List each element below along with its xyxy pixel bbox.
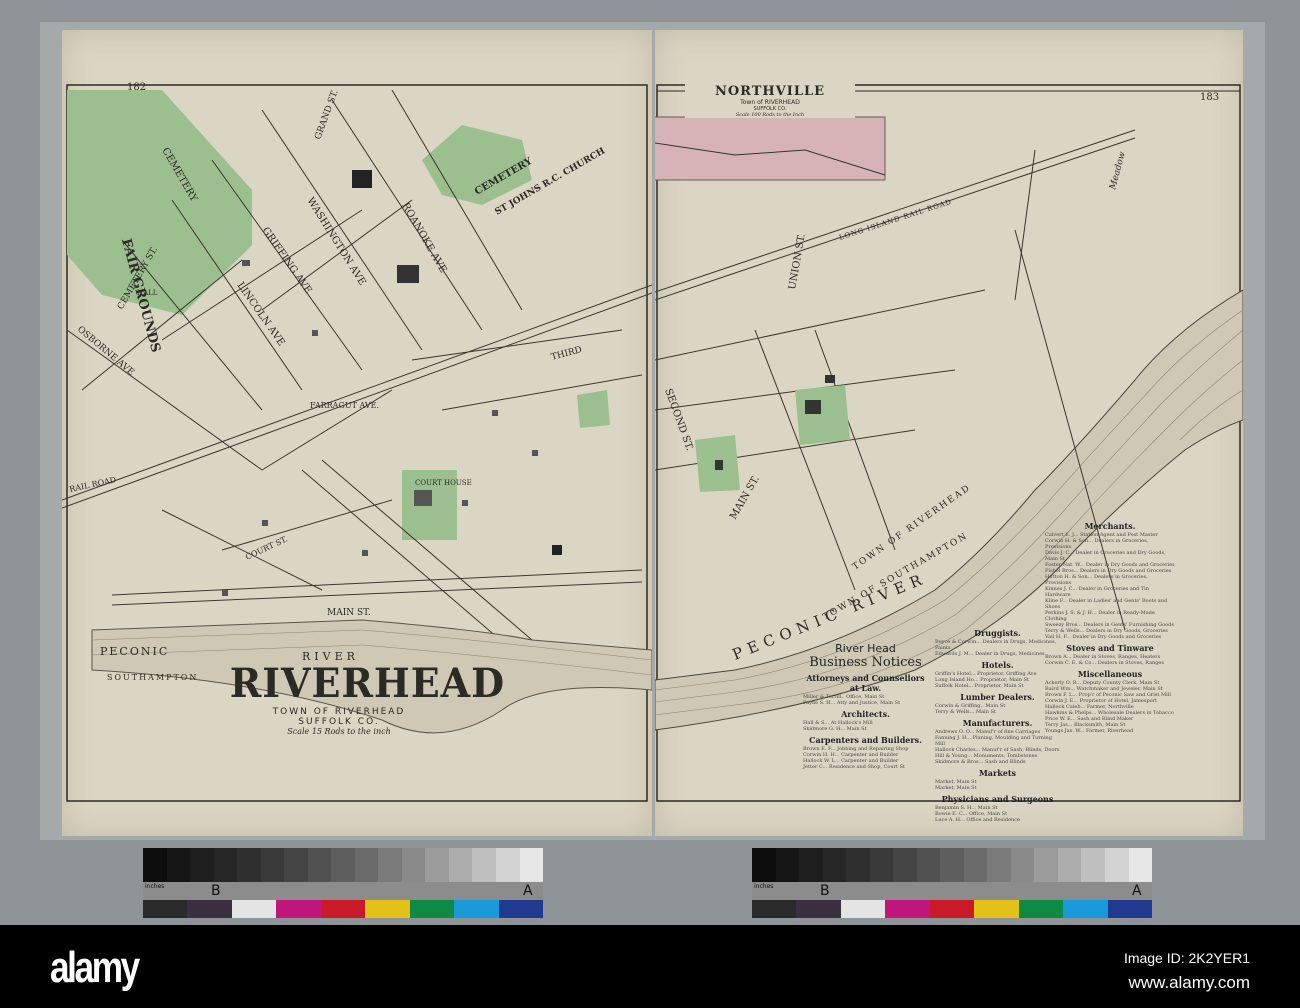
street-label: GRAND ST. (313, 88, 340, 141)
town-label: TOWN OF RIVERHEAD (851, 483, 973, 573)
color-swatches (143, 900, 543, 918)
hall-label: HALL (137, 289, 158, 297)
notice-section: Druggists. (974, 628, 1021, 638)
watermark-footer: alamy Image ID: 2K2YER1 www.alamy.com (0, 925, 1300, 1008)
map-scale: Scale 15 Rods to the inch (287, 727, 391, 736)
street-label: COURT ST. (244, 534, 289, 561)
notice-section: Lumber Dealers. (960, 692, 1035, 702)
notice-section: Hotels. (981, 660, 1014, 670)
page-number: 183 (1200, 92, 1219, 103)
business-notices-col2: Druggists. Boyce & Corwin... Dealers in D… (935, 628, 1060, 823)
town-label: SOUTHAMPTON (107, 673, 198, 682)
label-b: B (211, 883, 221, 899)
right-map-page: 183 LONG ISLAND RAIL ROAD UNION ST. SECO… (655, 30, 1243, 836)
ruler: inches B A (752, 882, 1152, 900)
alamy-logo: alamy (50, 943, 140, 992)
notices-heading: River Head (835, 642, 896, 655)
notices-title: Business Notices (809, 655, 922, 670)
left-map-page: 182 FAIR GROUNDS CEMETERY CEMETERY ST JO… (62, 30, 652, 836)
fair-grounds-area (67, 90, 252, 315)
color-calibration-chart-left: inches B A (143, 848, 544, 918)
label-b: B (820, 883, 830, 899)
notice-section: Attorneys and Counsellors at Law. (806, 673, 925, 693)
street-label: OSBORNE AVE (75, 325, 136, 378)
ruler-label: inches (754, 883, 774, 890)
color-swatches (752, 900, 1152, 918)
river-label: PECONIC (100, 645, 169, 658)
grayscale-strip (143, 848, 544, 882)
street-label: GRIFFING AVE (260, 225, 314, 296)
notice-section: Miscellaneous (1077, 669, 1143, 679)
map-subtitle: TOWN OF RIVERHEAD (272, 707, 406, 717)
page-number: 182 (127, 82, 146, 93)
map-county: SUFFOLK CO. (298, 717, 380, 727)
street-label: RAIL ROAD (69, 475, 117, 494)
business-notices-col1: River Head Business Notices Attorneys an… (803, 642, 928, 770)
image-id: Image ID: 2K2YER1 (1123, 950, 1250, 966)
label-a: A (1132, 883, 1142, 899)
court-house-label: COURT HOUSE (415, 479, 472, 487)
notice-section: Markets (978, 768, 1017, 778)
railroad-label: LONG ISLAND RAIL ROAD (838, 198, 953, 242)
street-label: THIRD (550, 345, 583, 363)
inset-scale: Scale 100 Rods to the Inch (735, 112, 805, 118)
meadow-label: Meadow (1108, 150, 1128, 191)
label-a: A (523, 883, 533, 899)
notice-section: Manufacturers. (962, 718, 1033, 728)
street-label: FARRAGUT AVE. (310, 401, 379, 410)
street-label: LINCOLN AVE (235, 280, 287, 348)
street-label: MAIN ST. (327, 608, 371, 618)
ruler: inches B A (143, 882, 543, 900)
notice-section: Stoves and Tinware (1066, 643, 1154, 653)
inset-subtitle: Town of RIVERHEAD (740, 99, 800, 106)
grayscale-strip (752, 848, 1153, 882)
northville-title-block: NORTHVILLE Town of RIVERHEAD SUFFOLK CO.… (685, 84, 855, 118)
notice-section: Architects. (841, 709, 890, 719)
notice-section: Merchants. (1084, 521, 1136, 531)
title-block: RIVERHEAD TOWN OF RIVERHEAD SUFFOLK CO. … (224, 660, 505, 736)
notice-section: Physicians and Surgeons (941, 794, 1054, 804)
street-label: UNION ST. (787, 233, 808, 291)
inset-title: NORTHVILLE (714, 84, 826, 99)
notice-section: Carpenters and Builders. (809, 735, 922, 745)
map-title: RIVERHEAD (229, 660, 505, 707)
street-label: ROANOKE AVE (399, 201, 448, 275)
color-calibration-chart-right: inches B A (752, 848, 1153, 918)
business-notices-col3: Merchants. Calvert E. J... Station Agent … (1045, 521, 1175, 734)
street-label: SECOND ST. (662, 387, 695, 452)
ruler-label: inches (145, 883, 165, 890)
watermark-url: www.alamy.com (1128, 973, 1250, 992)
